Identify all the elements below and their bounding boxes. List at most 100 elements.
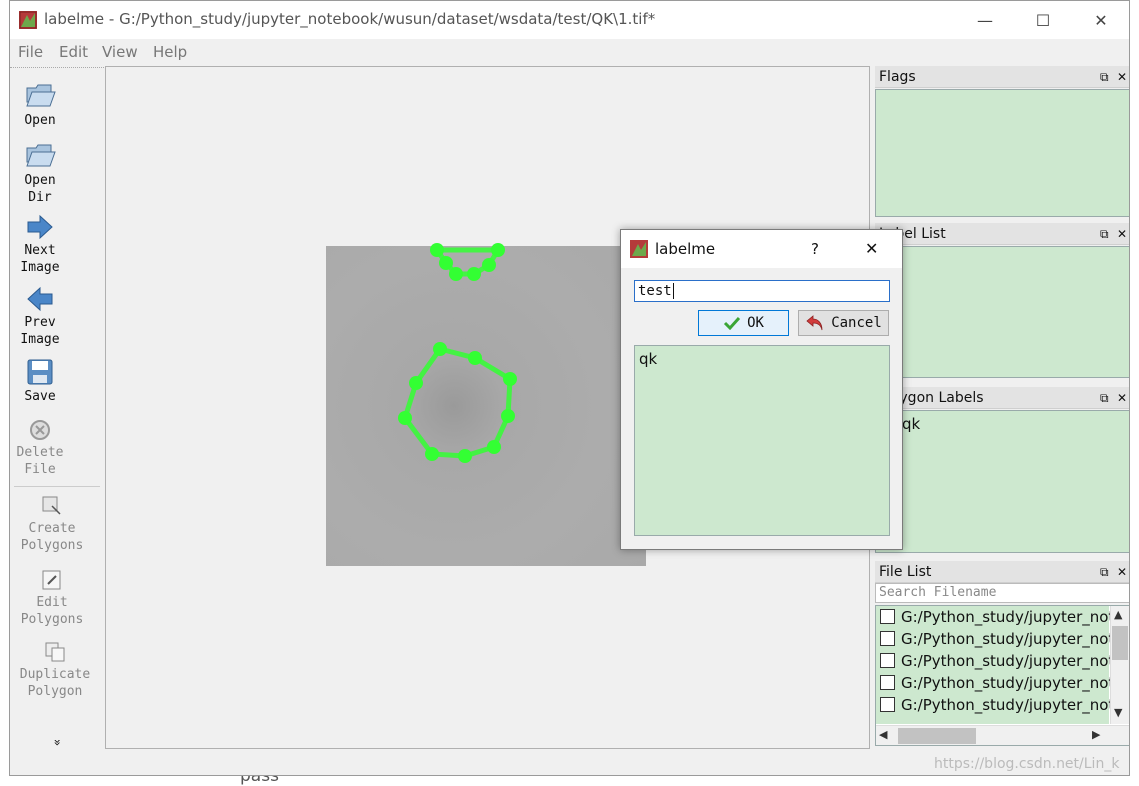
tool-bar: Open Open Dir Next Image Prev Image Save… bbox=[10, 67, 104, 751]
checkbox[interactable] bbox=[880, 609, 895, 624]
polygon-vertex[interactable] bbox=[503, 372, 517, 386]
scrollbar-thumb[interactable] bbox=[1112, 626, 1128, 660]
menu-edit[interactable]: Edit bbox=[59, 43, 88, 61]
polygon-vertex[interactable] bbox=[433, 342, 447, 356]
label-input[interactable]: test bbox=[634, 280, 890, 302]
polygon-vertex[interactable] bbox=[487, 440, 501, 454]
maximize-button[interactable]: ☐ bbox=[1014, 1, 1072, 39]
checkbox[interactable] bbox=[880, 675, 895, 690]
menu-view[interactable]: View bbox=[102, 43, 138, 61]
menu-help[interactable]: Help bbox=[153, 43, 187, 61]
delete-circle-icon bbox=[30, 420, 50, 440]
file-list-item[interactable]: G:/Python_study/jupyter_not bbox=[878, 652, 1110, 674]
help-icon[interactable]: ? bbox=[811, 240, 819, 258]
polygon-labels-list[interactable]: qk bbox=[875, 410, 1129, 553]
create-polygons-label-1: Create bbox=[28, 521, 76, 536]
next-image-button[interactable]: Next Image bbox=[10, 214, 70, 276]
duplicate-polygon-label-1: Duplicate bbox=[19, 667, 91, 682]
folder-open-icon bbox=[26, 144, 56, 167]
file-list[interactable]: G:/Python_study/jupyter_not G:/Python_st… bbox=[875, 605, 1129, 746]
next-image-label-1: Next bbox=[24, 243, 56, 258]
cancel-label: Cancel bbox=[831, 315, 882, 331]
polygon-outline[interactable] bbox=[402, 346, 513, 459]
search-filename-input[interactable]: Search Filename bbox=[875, 583, 1129, 603]
file-list-title: File List bbox=[875, 561, 1129, 583]
close-dock-icon[interactable]: ✕ bbox=[1117, 223, 1127, 245]
scrollbar-thumb[interactable] bbox=[898, 728, 976, 744]
file-list-item[interactable]: G:/Python_study/jupyter_not bbox=[878, 674, 1110, 696]
edit-polygons-label-2: Polygons bbox=[20, 612, 84, 627]
create-polygons-button[interactable]: Create Polygons bbox=[10, 494, 94, 554]
open-dir-label-1: Open bbox=[24, 173, 56, 188]
file-path: G:/Python_study/jupyter_not bbox=[901, 696, 1110, 714]
edit-polygons-button[interactable]: Edit Polygons bbox=[10, 568, 94, 628]
scroll-left-icon[interactable]: ◀ bbox=[879, 728, 887, 741]
polygon-vertex[interactable] bbox=[467, 267, 481, 281]
scroll-right-icon[interactable]: ▶ bbox=[1092, 728, 1100, 741]
polygon-vertex[interactable] bbox=[458, 449, 472, 463]
duplicate-polygon-button[interactable]: Duplicate Polygon bbox=[10, 640, 100, 700]
close-dock-icon[interactable]: ✕ bbox=[1117, 561, 1127, 583]
label-list[interactable] bbox=[875, 246, 1129, 378]
polygon-shape-top bbox=[430, 243, 505, 281]
checkbox[interactable] bbox=[880, 653, 895, 668]
polygon-label-item[interactable]: qk bbox=[902, 415, 920, 433]
close-window-button[interactable]: ✕ bbox=[1072, 1, 1129, 39]
horizontal-scrollbar[interactable]: ◀ ▶ bbox=[876, 725, 1129, 745]
label-suggestion-list[interactable]: qk bbox=[634, 345, 890, 536]
checkbox[interactable] bbox=[880, 697, 895, 712]
polygon-vertex[interactable] bbox=[409, 376, 423, 390]
polygon-vertex[interactable] bbox=[439, 256, 453, 270]
file-list-item[interactable]: G:/Python_study/jupyter_not bbox=[878, 696, 1110, 718]
polygon-vertex[interactable] bbox=[449, 267, 463, 281]
float-dock-icon[interactable]: ⧉ bbox=[1100, 66, 1109, 88]
delete-file-label-1: Delete bbox=[16, 445, 64, 460]
polygon-vertex[interactable] bbox=[468, 351, 482, 365]
create-polygons-label-2: Polygons bbox=[20, 538, 84, 553]
polygon-labels-title: Polygon Labels bbox=[875, 387, 1129, 409]
flags-title: Flags bbox=[875, 66, 1129, 88]
vertical-scrollbar[interactable]: ▲ ▼ bbox=[1110, 606, 1129, 724]
polygon-vertex[interactable] bbox=[430, 243, 444, 257]
file-list-item[interactable]: G:/Python_study/jupyter_not bbox=[878, 608, 1110, 630]
duplicate-polygon-label-2: Polygon bbox=[27, 684, 83, 699]
file-path: G:/Python_study/jupyter_not bbox=[901, 674, 1110, 692]
delete-file-button[interactable]: Delete File bbox=[10, 418, 70, 478]
save-button[interactable]: Save bbox=[10, 358, 70, 405]
flags-list[interactable] bbox=[875, 89, 1129, 217]
polygon-vertex[interactable] bbox=[398, 411, 412, 425]
close-dialog-button[interactable]: ✕ bbox=[865, 239, 878, 258]
file-list-item[interactable]: G:/Python_study/jupyter_not bbox=[878, 630, 1110, 652]
minimize-button[interactable]: — bbox=[956, 1, 1014, 39]
edit-pencil-icon bbox=[42, 570, 61, 590]
prev-image-button[interactable]: Prev Image bbox=[10, 286, 70, 348]
label-list-title: Label List bbox=[875, 223, 1129, 245]
float-dock-icon[interactable]: ⧉ bbox=[1100, 561, 1109, 583]
polygon-vertex[interactable] bbox=[425, 447, 439, 461]
labelme-app-icon bbox=[630, 240, 648, 258]
file-path: G:/Python_study/jupyter_not bbox=[901, 652, 1110, 670]
label-suggestion-item[interactable]: qk bbox=[639, 350, 657, 368]
checkbox[interactable] bbox=[880, 631, 895, 646]
open-dir-button[interactable]: Open Dir bbox=[10, 140, 70, 206]
float-dock-icon[interactable]: ⧉ bbox=[1100, 387, 1109, 409]
ok-button[interactable]: OK bbox=[698, 310, 789, 336]
next-image-label-2: Image bbox=[20, 260, 60, 275]
polygon-vertex[interactable] bbox=[501, 409, 515, 423]
edit-polygons-label-1: Edit bbox=[36, 595, 68, 610]
menu-file[interactable]: File bbox=[18, 43, 43, 61]
scroll-down-icon[interactable]: ▼ bbox=[1114, 706, 1122, 719]
polygon-shape-qk bbox=[398, 342, 517, 463]
undo-arrow-icon bbox=[806, 315, 823, 331]
prev-image-label-2: Image bbox=[20, 332, 60, 347]
open-button[interactable]: Open bbox=[10, 80, 70, 129]
polygon-vertex[interactable] bbox=[491, 243, 505, 257]
save-label: Save bbox=[24, 389, 56, 404]
label-list-dock: Label List ⧉ ✕ bbox=[875, 223, 1129, 383]
cancel-button[interactable]: Cancel bbox=[798, 310, 889, 336]
close-dock-icon[interactable]: ✕ bbox=[1117, 66, 1127, 88]
polygon-vertex[interactable] bbox=[482, 258, 496, 272]
float-dock-icon[interactable]: ⧉ bbox=[1100, 223, 1109, 245]
close-dock-icon[interactable]: ✕ bbox=[1117, 387, 1127, 409]
scroll-up-icon[interactable]: ▲ bbox=[1114, 608, 1122, 621]
